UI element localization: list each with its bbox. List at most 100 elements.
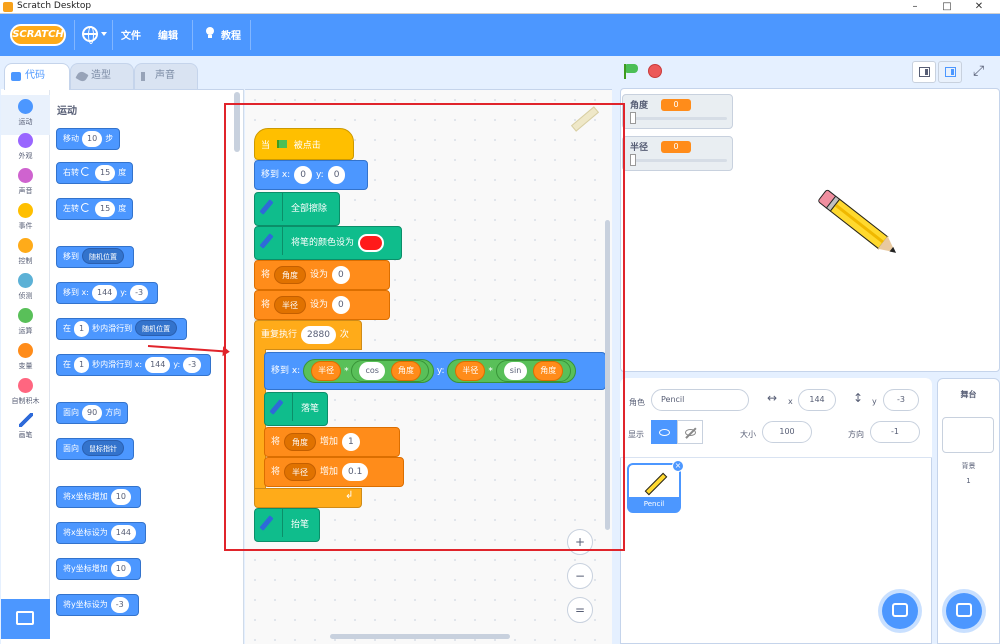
math-function-dropdown[interactable]: sin [503, 361, 528, 380]
pen-up-block[interactable]: 抬笔 [254, 508, 320, 542]
small-stage-button[interactable] [912, 61, 936, 83]
seconds-input[interactable]: 1 [74, 321, 90, 337]
slider-thumb[interactable] [630, 154, 636, 166]
sprite-name-input[interactable]: Pencil [651, 389, 749, 411]
value-input[interactable]: 0 [332, 295, 350, 314]
x-input[interactable]: 0 [294, 165, 312, 184]
x-input[interactable]: 144 [145, 357, 171, 373]
turn-right-block[interactable]: 右转 15 度 [56, 162, 134, 184]
angle-reporter[interactable]: 角度 [390, 360, 421, 381]
x-input[interactable]: 144 [91, 285, 118, 301]
scratch-logo[interactable]: SCRATCH [10, 24, 66, 46]
zoom-reset-button[interactable]: = [567, 597, 593, 623]
set-angle-block[interactable]: 将角度 设为 0 [254, 260, 390, 290]
script-horizontal-scrollbar[interactable] [330, 634, 510, 639]
variable-dropdown[interactable]: 半径 [274, 295, 307, 314]
when-flag-clicked-block[interactable]: 当 被点击 [254, 128, 354, 160]
category-variables[interactable]: 变量 [1, 339, 50, 379]
seconds-input[interactable]: 1 [74, 357, 90, 373]
sprite-x-input[interactable]: 144 [798, 389, 836, 411]
degrees-input[interactable]: 15 [95, 165, 116, 181]
show-sprite-toggle[interactable] [651, 420, 677, 444]
set-x-block[interactable]: 将x坐标设为 144 [56, 522, 147, 544]
sin-operator[interactable]: sin 角度 [495, 359, 572, 382]
goto-xy-block[interactable]: 移到 x: 144 y: -3 [56, 282, 159, 304]
sprite-size-input[interactable]: 100 [762, 421, 812, 443]
stage-canvas[interactable] [620, 88, 1000, 372]
y-input[interactable]: -3 [110, 597, 129, 613]
set-radius-block[interactable]: 将半径 设为 0 [254, 290, 390, 320]
category-sound[interactable]: 声音 [1, 164, 50, 204]
x-input[interactable]: 144 [110, 525, 137, 541]
sprite-y-input[interactable]: -3 [883, 389, 919, 411]
y-input[interactable]: -3 [130, 285, 149, 301]
radius-reporter[interactable]: 半径 [455, 360, 486, 381]
degrees-input[interactable]: 15 [95, 201, 116, 217]
turn-left-block[interactable]: 左转 15 度 [56, 198, 134, 220]
script-vertical-scrollbar[interactable] [605, 220, 610, 530]
radius-reporter[interactable]: 半径 [311, 360, 342, 381]
steps-input[interactable]: 10 [82, 131, 103, 147]
category-control[interactable]: 控制 [1, 234, 50, 274]
add-extension-button[interactable] [1, 599, 50, 639]
sprite-direction-input[interactable]: -1 [870, 421, 920, 443]
point-towards-block[interactable]: 面向 鼠标指针 [56, 438, 134, 460]
goto-xy-block[interactable]: 移到 x: 0 y: 0 [254, 160, 368, 190]
zoom-out-button[interactable]: − [567, 563, 593, 589]
sprite-thumbnail[interactable]: Pencil × [627, 460, 684, 513]
category-operators[interactable]: 运算 [1, 304, 50, 344]
category-events[interactable]: 事件 [1, 199, 50, 239]
slider-thumb[interactable] [630, 112, 636, 124]
change-radius-block[interactable]: 将半径 增加 0.1 [264, 457, 404, 487]
x-input[interactable]: 10 [110, 489, 131, 505]
minimize-button[interactable]: – [900, 0, 930, 14]
tab-costumes[interactable]: 造型 [70, 63, 134, 89]
choose-backdrop-button[interactable] [946, 593, 982, 629]
repeat-count-input[interactable]: 2880 [301, 325, 336, 344]
hide-sprite-toggle[interactable] [677, 420, 703, 444]
tab-code[interactable]: 代码 [4, 63, 70, 90]
point-direction-block[interactable]: 面向 90 方向 [56, 402, 129, 424]
cos-operator[interactable]: cos 角度 [351, 359, 429, 382]
variable-dropdown[interactable]: 角度 [274, 265, 307, 284]
change-x-block[interactable]: 将x坐标增加 10 [56, 486, 141, 508]
green-flag-button[interactable] [624, 64, 638, 79]
category-my-blocks[interactable]: 自制积木 [1, 374, 50, 414]
pen-down-block[interactable]: 落笔 [264, 392, 328, 426]
variable-dropdown[interactable]: 角度 [284, 432, 317, 451]
change-y-block[interactable]: 将y坐标增加 10 [56, 558, 141, 580]
category-looks[interactable]: 外观 [1, 129, 50, 169]
pen-clear-block[interactable]: 全部擦除 [254, 192, 340, 226]
normal-stage-button[interactable] [938, 61, 962, 83]
close-button[interactable]: ✕ [964, 0, 994, 14]
multiply-operator[interactable]: 半径 * cos 角度 [303, 358, 434, 383]
value-input[interactable]: 0 [332, 265, 350, 284]
set-pen-color-block[interactable]: 将笔的颜色设为 [254, 226, 402, 260]
value-input[interactable]: 1 [342, 432, 360, 451]
pen-color-swatch[interactable] [358, 233, 385, 252]
choose-sprite-button[interactable] [882, 593, 918, 629]
goto-target-block[interactable]: 移到 随机位置 [56, 246, 134, 268]
towards-dropdown[interactable]: 鼠标指针 [82, 440, 124, 456]
variable-monitor-angle[interactable]: 角度 0 [622, 94, 733, 129]
variable-dropdown[interactable]: 半径 [284, 462, 317, 481]
multiply-operator[interactable]: 半径 * sin 角度 [447, 358, 577, 383]
y-input[interactable]: 0 [327, 165, 346, 184]
tab-sounds[interactable]: 声音 [134, 63, 198, 89]
inner-goto-xy-block[interactable]: 移到 x: 半径 * cos 角度 y: 半径 * sin 角度 [264, 352, 606, 390]
file-menu[interactable]: 文件 [121, 27, 141, 42]
zoom-in-button[interactable]: + [567, 529, 593, 555]
glide-target-block[interactable]: 在 1 秒内滑行到 随机位置 [56, 318, 188, 340]
globe-icon[interactable] [82, 26, 98, 44]
direction-input[interactable]: 90 [82, 405, 103, 421]
fullscreen-button[interactable]: ⤢ [968, 61, 992, 83]
move-steps-block[interactable]: 移动 10 步 [56, 128, 121, 150]
math-function-dropdown[interactable]: cos [359, 361, 385, 380]
maximize-button[interactable]: □ [932, 0, 962, 14]
stage-thumbnail[interactable] [942, 417, 994, 453]
angle-reporter[interactable]: 角度 [533, 360, 564, 381]
stop-button[interactable] [648, 64, 662, 78]
glide-xy-block[interactable]: 在 1 秒内滑行到 x: 144 y: -3 [56, 354, 212, 376]
category-sensing[interactable]: 侦测 [1, 269, 50, 309]
target-dropdown[interactable]: 随机位置 [135, 320, 178, 336]
